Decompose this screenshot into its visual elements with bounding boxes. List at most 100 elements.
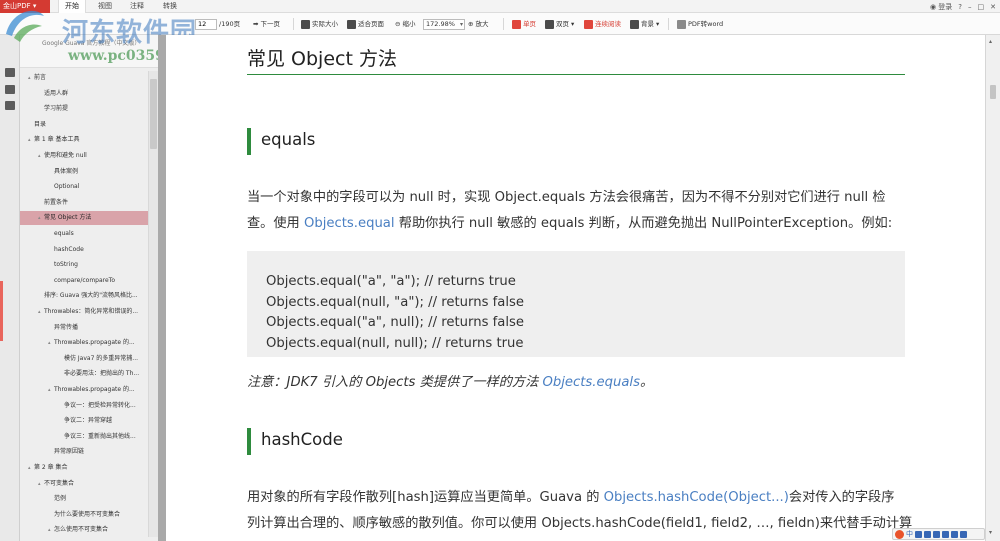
thumbnails-icon[interactable] <box>5 101 15 110</box>
arrow-right-icon: ➡ <box>253 20 259 28</box>
outline-item[interactable]: 异常原因链 <box>20 445 148 459</box>
outline-item[interactable]: 目录 <box>20 118 148 132</box>
outline-item[interactable]: ▴ 使用和避免 null <box>20 149 148 163</box>
outline-item-label: toString <box>54 261 78 269</box>
outline-item[interactable]: compare/compareTo <box>20 274 148 288</box>
outline-item[interactable]: 具体案例 <box>20 165 148 179</box>
single-page-button[interactable]: 单页 <box>512 18 536 30</box>
document-scrollbar[interactable]: ▴ ▾ <box>985 35 1000 541</box>
equals-line-1: 当一个对象中的字段可以为 null 时，实现 Object.equals 方法会… <box>247 190 886 205</box>
objects-equals-link[interactable]: Objects.equals <box>542 375 639 390</box>
pdf-to-word-button[interactable]: PDF转word <box>677 18 723 30</box>
outline-item[interactable]: 争议三：重新抛出其他线... <box>20 430 148 444</box>
outline-item[interactable]: 争议二：异常穿越 <box>20 414 148 428</box>
outline-item[interactable]: 学习前提 <box>20 102 148 116</box>
hashcode-line-2: 列计算出合理的、顺序敏感的散列值。你可以使用 Objects.hashCode(… <box>247 516 913 531</box>
outline-item-label: 使用和避免 null <box>44 152 87 159</box>
outline-item[interactable]: ▴ Throwables.propagate 的... <box>20 336 148 350</box>
outline-item-label: 怎么使用不可变集合 <box>54 526 109 534</box>
outline-scrollbar[interactable] <box>148 71 158 537</box>
skin-icon[interactable] <box>951 530 958 538</box>
objects-equal-link[interactable]: Objects.equal <box>304 216 395 231</box>
double-page-button[interactable]: 双页 ▾ <box>545 18 574 30</box>
outline-item-label: Optional <box>54 183 80 191</box>
outline-item-label: 争议三：重新抛出其他线... <box>64 432 136 440</box>
outline-item[interactable]: ▴ Throwables.propagate 的... <box>20 383 148 397</box>
outline-item-label: 适用人群 <box>44 89 69 97</box>
section-marker <box>247 428 251 455</box>
outline-item[interactable]: 争议一：把受检异常转化... <box>20 399 148 413</box>
equals-paragraph: 当一个对象中的字段可以为 null 时，实现 Object.equals 方法会… <box>247 185 907 237</box>
outline-item[interactable]: 前置条件 <box>20 196 148 210</box>
objects-hashcode-link[interactable]: Objects.hashCode(Object...) <box>604 490 789 505</box>
outline-item[interactable]: hashCode <box>20 243 148 257</box>
close-button[interactable]: ✕ <box>990 3 996 11</box>
outline-item[interactable]: 模仿 Java7 的多重异常捕... <box>20 352 148 366</box>
outline-item[interactable]: ▴ 常见 Object 方法 <box>20 211 148 226</box>
document-scroll-thumb[interactable] <box>990 85 996 99</box>
outline-item[interactable]: ▴ Throwables：简化异常和错误的... <box>20 305 148 319</box>
outline-item[interactable]: ▴ 前言 <box>20 71 148 85</box>
comments-icon[interactable] <box>5 85 15 94</box>
outline-item[interactable]: 异常传播 <box>20 321 148 335</box>
outline-item[interactable]: 非必要用法：把抛出的 Th... <box>20 367 148 381</box>
hashcode-line-1: 用对象的所有字段作散列[hash]运算应当更简单。Guava 的 Objects… <box>247 490 895 505</box>
emoji-icon[interactable] <box>924 530 931 538</box>
zoom-select[interactable]: 172.98% <box>423 18 465 30</box>
outline-list-icon[interactable] <box>5 68 15 77</box>
outline-item[interactable]: 排序: Guava 强大的"流畅风格比... <box>20 289 148 303</box>
panel-gap <box>158 35 166 541</box>
background-icon <box>630 19 639 29</box>
outline-item[interactable]: ▴ 不可变集合 <box>20 477 148 491</box>
background-button[interactable]: 背景 ▾ <box>630 18 659 30</box>
outline-item[interactable]: ▴ 怎么使用不可变集合 <box>20 523 148 537</box>
continuous-read-button[interactable]: 连续阅读 <box>584 18 621 30</box>
scroll-down-icon[interactable]: ▾ <box>989 529 992 536</box>
punctuation-icon[interactable] <box>915 530 922 538</box>
voice-icon[interactable] <box>933 530 940 538</box>
actual-size-button[interactable]: 实际大小 <box>301 18 338 30</box>
toolbar-divider <box>293 18 294 30</box>
section-marker <box>247 128 251 155</box>
fit-page-icon <box>347 19 356 29</box>
sogou-logo-icon <box>895 529 904 539</box>
outline-item-label: 争议一：把受检异常转化... <box>64 401 136 409</box>
outline-item-label: 争议二：异常穿越 <box>64 417 113 425</box>
scroll-up-icon[interactable]: ▴ <box>989 38 992 45</box>
panel-toggle-handle[interactable] <box>0 281 3 341</box>
outline-item[interactable]: 为什么要使用不可变集合 <box>20 508 148 522</box>
maximize-button[interactable]: □ <box>978 3 985 11</box>
page-total: /190页 <box>219 20 241 28</box>
zoom-in-button[interactable]: ⊕ 放大 <box>468 18 488 30</box>
outline-item[interactable]: 适用人群 <box>20 87 148 101</box>
outline-item[interactable]: equals <box>20 227 148 241</box>
outline-item-label: Throwables.propagate 的... <box>54 339 135 347</box>
outline-item-label: 范例 <box>54 495 67 503</box>
watermark-logo-icon <box>6 10 44 42</box>
fit-page-button[interactable]: 适合页面 <box>347 18 384 30</box>
ime-mode-label[interactable]: 中 <box>906 529 913 539</box>
keyboard-icon[interactable] <box>942 530 949 538</box>
left-rail <box>0 35 20 541</box>
outline-item[interactable]: Optional <box>20 180 148 194</box>
outline-item-label: 异常原因链 <box>54 448 85 456</box>
minimize-button[interactable]: – <box>968 3 972 11</box>
next-page-button[interactable]: ➡ 下一页 <box>253 18 280 30</box>
login-link[interactable]: ◉ 登录 <box>930 2 952 12</box>
settings-icon[interactable] <box>960 530 967 538</box>
zoom-out-button[interactable]: ⊖ 缩小 <box>395 18 415 30</box>
outline-scroll-thumb[interactable] <box>150 79 157 149</box>
document-page: 常见 Object 方法 equals 当一个对象中的字段可以为 null 时，… <box>166 35 985 541</box>
outline-item[interactable]: ▴ 第 1 章 基本工具 <box>20 133 148 147</box>
code-line: Objects.equal("a", "a"); // returns true <box>266 274 516 289</box>
help-button[interactable]: ? <box>958 3 962 11</box>
outline-item[interactable]: ▴ 第 2 章 集合 <box>20 461 148 475</box>
outline-item-label: 排序: Guava 强大的"流畅风格比... <box>44 292 138 300</box>
outline-item[interactable]: toString <box>20 258 148 272</box>
ime-toolbar[interactable]: 中 <box>892 528 985 540</box>
section-heading-hashcode: hashCode <box>261 430 343 449</box>
outline-item[interactable]: 范例 <box>20 492 148 506</box>
outline-item-label: 模仿 Java7 的多重异常捕... <box>64 354 139 362</box>
actual-size-icon <box>301 19 310 29</box>
page-number-input[interactable] <box>195 18 217 30</box>
